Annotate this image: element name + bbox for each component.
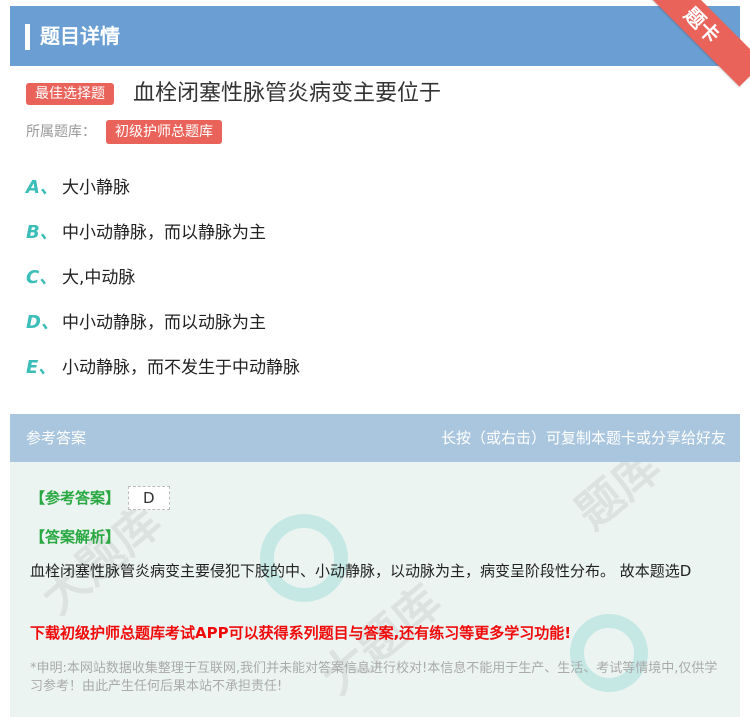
answer-label: 【参考答案】 (30, 489, 121, 507)
option-letter: E、 (26, 357, 57, 378)
ribbon-label: 题卡 (650, 0, 750, 87)
explanation-label: 【答案解析】 (30, 528, 121, 546)
option-letter: B、 (26, 222, 58, 243)
question-text: 血栓闭塞性脉管炎病变主要位于 (133, 81, 442, 106)
question-type-badge: 最佳选择题 (26, 83, 114, 105)
option-text: 中小动静脉，而以动脉为主 (62, 313, 266, 333)
bank-label: 所属题库： (26, 124, 96, 140)
answer-value: D (128, 486, 170, 510)
page-title: 题目详情 (40, 24, 120, 48)
disclaimer-text: *申明:本网站数据收集整理于互联网,我们并未能对答案信息进行校对!本信息不能用于… (30, 661, 718, 694)
option-letter: C、 (26, 267, 58, 288)
option-a[interactable]: A、 大小静脉 (26, 174, 130, 202)
option-text: 大,中动脉 (62, 268, 136, 288)
page-header: 题目详情 (10, 6, 740, 66)
option-text: 大小静脉 (62, 178, 130, 198)
header-accent-bar (25, 24, 30, 50)
option-c[interactable]: C、 大,中动脉 (26, 264, 135, 292)
explanation-text: 血栓闭塞性脉管炎病变主要侵犯下肢的中、小动静脉，以动脉为主，病变呈阶段性分布。 … (30, 562, 692, 580)
share-hint: 长按（或右击）可复制本题卡或分享给好友 (440, 429, 726, 447)
option-text: 中小动静脉，而以静脉为主 (62, 223, 266, 243)
bank-badge[interactable]: 初级护师总题库 (106, 120, 222, 144)
option-letter: D、 (26, 312, 59, 333)
answer-header: 参考答案 长按（或右击）可复制本题卡或分享给好友 (10, 414, 740, 462)
answer-section: 大题库 大题库 题库 参考答案 长按（或右击）可复制本题卡或分享给好友 【参考答… (10, 414, 740, 717)
option-text: 小动静脉，而不发生于中动静脉 (62, 358, 300, 378)
option-d[interactable]: D、 中小动静脉，而以动脉为主 (26, 309, 266, 337)
corner-ribbon: 题卡 (650, 0, 750, 100)
option-letter: A、 (26, 177, 58, 198)
app-promo-link[interactable]: 下载初级护师总题库考试APP可以获得系列题目与答案,还有练习等更多学习功能! (30, 622, 720, 644)
answer-line: 【参考答案】 D (30, 486, 170, 510)
option-b[interactable]: B、 中小动静脉，而以静脉为主 (26, 219, 266, 247)
answer-heading: 参考答案 (26, 429, 87, 447)
option-e[interactable]: E、 小动静脉，而不发生于中动静脉 (26, 354, 300, 382)
